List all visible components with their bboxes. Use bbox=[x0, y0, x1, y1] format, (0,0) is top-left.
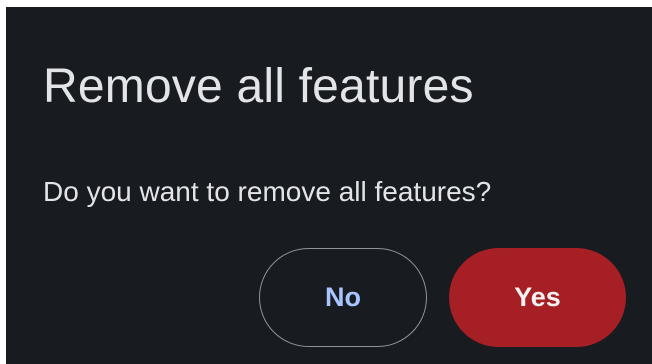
dialog-message: Do you want to remove all features? bbox=[43, 176, 492, 207]
remove-features-dialog: Remove all features Do you want to remov… bbox=[6, 7, 652, 364]
dialog-title: Remove all features bbox=[43, 60, 474, 113]
yes-button[interactable]: Yes bbox=[449, 248, 626, 347]
no-button[interactable]: No bbox=[259, 248, 427, 347]
